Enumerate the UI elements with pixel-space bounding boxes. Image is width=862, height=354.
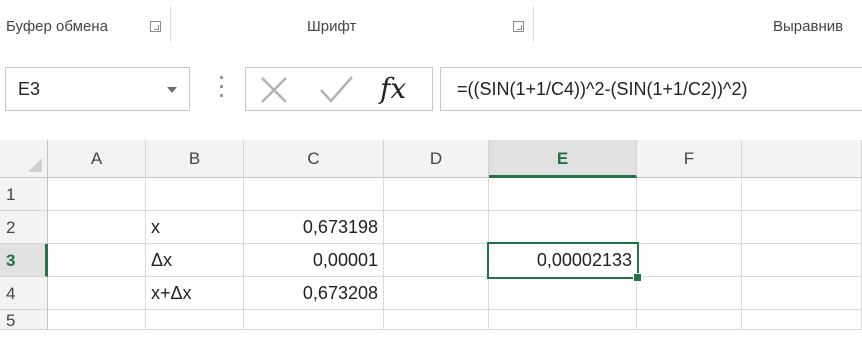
column-header-f[interactable]: F [637, 140, 742, 178]
cell-e1[interactable] [489, 178, 637, 211]
spreadsheet-grid: A B C D E F 1 2 3 4 5 x 0,673198 Δx 0,00… [0, 140, 862, 354]
cell-b2[interactable]: x [146, 211, 244, 244]
fill-handle[interactable] [633, 273, 642, 282]
formula-bar: E3 fx =((SIN(1+1/C4))^2-(SIN(1+1/C2))^2) [0, 48, 862, 140]
ribbon-group-labels: Буфер обмена Шрифт Выравнив [0, 0, 862, 49]
row-header-5[interactable]: 5 [0, 310, 48, 330]
column-header-a[interactable]: A [48, 140, 146, 178]
cell-d5[interactable] [384, 310, 489, 330]
cell-a3[interactable] [48, 244, 146, 277]
cell-e3-selected[interactable]: 0,00002133 [487, 242, 642, 282]
cell-e2[interactable] [489, 211, 637, 244]
column-header-g[interactable] [742, 140, 862, 178]
formula-buttons: fx [245, 67, 433, 111]
row-header-1[interactable]: 1 [0, 178, 48, 211]
cell-f1[interactable] [637, 178, 742, 211]
cell-g3[interactable] [742, 244, 862, 277]
cell-f5[interactable] [637, 310, 742, 330]
cell-c3[interactable]: 0,00001 [244, 244, 384, 277]
cell-b3[interactable]: Δx [146, 244, 244, 277]
column-header-b[interactable]: B [146, 140, 244, 178]
cell-a4[interactable] [48, 277, 146, 310]
cell-g4[interactable] [742, 277, 862, 310]
dialog-launcher-icon[interactable] [150, 21, 161, 32]
ribbon-group-alignment-label: Выравнив [773, 18, 844, 35]
cell-g2[interactable] [742, 211, 862, 244]
dialog-launcher-icon[interactable] [513, 21, 524, 32]
cell-c1[interactable] [244, 178, 384, 211]
cell-f4[interactable] [637, 277, 742, 310]
cell-b1[interactable] [146, 178, 244, 211]
cell-g1[interactable] [742, 178, 862, 211]
row-header-3[interactable]: 3 [0, 244, 48, 277]
formula-input[interactable]: =((SIN(1+1/C4))^2-(SIN(1+1/C2))^2) [440, 67, 862, 111]
drag-handle-icon[interactable] [220, 76, 224, 102]
cell-f3[interactable] [637, 244, 742, 277]
cell-c4[interactable]: 0,673208 [244, 277, 384, 310]
cell-e3-value: 0,00002133 [536, 250, 632, 270]
cell-d4[interactable] [384, 277, 489, 310]
select-all-button[interactable] [0, 140, 48, 178]
ribbon-group-clipboard-label: Буфер обмена [6, 18, 108, 35]
ribbon-separator [170, 6, 171, 42]
cell-g5[interactable] [742, 310, 862, 330]
cell-b5[interactable] [146, 310, 244, 330]
row-header-2[interactable]: 2 [0, 211, 48, 244]
column-header-e[interactable]: E [489, 140, 637, 178]
cell-a5[interactable] [48, 310, 146, 330]
name-box[interactable]: E3 [5, 67, 190, 111]
name-box-value: E3 [18, 79, 41, 99]
cell-c5[interactable] [244, 310, 384, 330]
cell-d1[interactable] [384, 178, 489, 211]
cell-e4[interactable] [489, 277, 637, 310]
cell-d3[interactable] [384, 244, 489, 277]
cell-b4[interactable]: x+Δx [146, 277, 244, 310]
cell-e5[interactable] [489, 310, 637, 330]
column-header-c[interactable]: C [244, 140, 384, 178]
chevron-down-icon[interactable] [167, 87, 177, 93]
insert-function-button[interactable]: fx [380, 72, 406, 105]
cancel-icon[interactable] [256, 72, 292, 108]
cell-c2[interactable]: 0,673198 [244, 211, 384, 244]
ribbon-separator [533, 6, 534, 42]
cell-d2[interactable] [384, 211, 489, 244]
check-icon[interactable] [316, 72, 356, 108]
formula-text: =((SIN(1+1/C4))^2-(SIN(1+1/C2))^2) [457, 79, 748, 99]
cell-a2[interactable] [48, 211, 146, 244]
cell-f2[interactable] [637, 211, 742, 244]
cell-a1[interactable] [48, 178, 146, 211]
row-header-4[interactable]: 4 [0, 277, 48, 310]
ribbon-group-font-label: Шрифт [307, 18, 357, 35]
column-header-d[interactable]: D [384, 140, 489, 178]
